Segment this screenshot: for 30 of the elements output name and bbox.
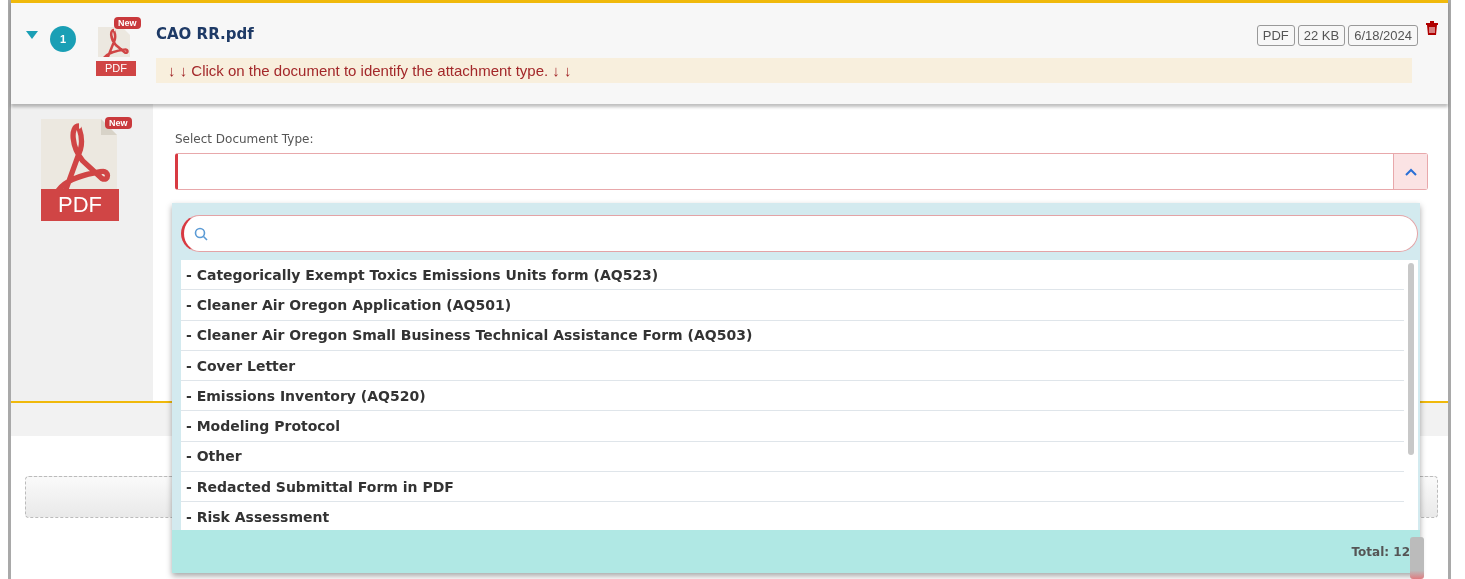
- file-name[interactable]: CAO RR.pdf: [156, 25, 1257, 43]
- caret-icon[interactable]: [26, 31, 38, 39]
- new-badge: New: [114, 17, 141, 29]
- total-count: Total: 12: [1351, 544, 1410, 559]
- search-field[interactable]: [181, 215, 1418, 252]
- option-item[interactable]: - Other: [181, 441, 1404, 473]
- trash-icon[interactable]: [1426, 21, 1438, 35]
- dropdown-toggle[interactable]: [1393, 154, 1427, 189]
- pdf-icon: [96, 27, 132, 57]
- option-item[interactable]: - Cleaner Air Oregon Application (AQ501): [181, 290, 1404, 321]
- new-badge: New: [105, 117, 132, 129]
- option-item[interactable]: - Categorically Exempt Toxics Emissions Units form (AQ523): [181, 260, 1404, 291]
- hint-message: ↓ ↓ Click on the document to identify the attachment type. ↓ ↓: [156, 58, 1412, 83]
- file-tag: 6/18/2024: [1348, 25, 1418, 46]
- option-item[interactable]: - Cleaner Air Oregon Small Business Technical Assistance Form (AQ503): [181, 320, 1404, 351]
- option-item[interactable]: - Emissions Inventory (AQ520): [181, 381, 1404, 412]
- scrollbar[interactable]: [1408, 263, 1414, 455]
- document-type-select[interactable]: [175, 153, 1428, 190]
- count-badge: 1: [50, 26, 76, 52]
- option-item[interactable]: - Redacted Submittal Form in PDF: [181, 472, 1404, 503]
- option-item[interactable]: - Cover Letter: [181, 350, 1404, 382]
- file-type-label: PDF: [96, 61, 136, 76]
- search-icon: [194, 226, 208, 241]
- file-tag: PDF: [1256, 25, 1295, 46]
- option-item[interactable]: - Modeling Protocol: [181, 411, 1404, 442]
- file-tag: 22 KB: [1297, 25, 1346, 46]
- chevron-icon: [1404, 167, 1417, 176]
- field-label: Select Document Type:: [175, 132, 315, 146]
- file-type-label: PDF: [41, 189, 119, 221]
- scrollbar[interactable]: [1410, 537, 1424, 579]
